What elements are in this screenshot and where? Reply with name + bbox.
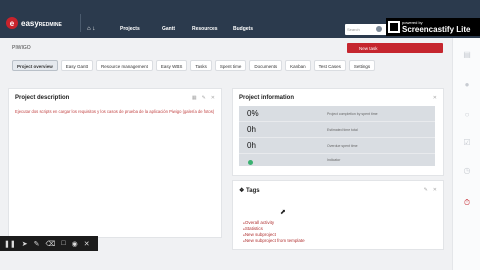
new-task-button[interactable]: New task xyxy=(347,43,443,53)
nav-projects[interactable]: Projects xyxy=(120,26,140,32)
screencastify-icon xyxy=(388,21,400,33)
info-row: 0% Project completion by spent time xyxy=(239,106,435,122)
brand-name: easy xyxy=(21,18,39,28)
nav-gantt[interactable]: Gantt xyxy=(162,26,175,32)
close-icon[interactable]: ✕ xyxy=(433,187,437,193)
person-icon[interactable]: ● xyxy=(462,80,472,90)
lightbulb-icon[interactable]: ○ xyxy=(462,110,472,120)
app-logo[interactable]: e easyREDMINE xyxy=(6,17,62,29)
nav-budgets[interactable]: Budgets xyxy=(233,26,253,32)
clock-icon[interactable]: ◷ xyxy=(462,166,472,176)
checklist-icon[interactable]: ☑ xyxy=(462,138,472,148)
tab-documents[interactable]: Documents xyxy=(249,60,283,71)
eraser-icon[interactable]: ⌫ xyxy=(45,240,55,248)
right-sidebar: ▤ ● ○ ☑ ◷ ⏱ xyxy=(452,38,480,270)
tab-tasks[interactable]: Tasks xyxy=(190,60,212,71)
user-icon[interactable] xyxy=(376,26,382,32)
screencastify-watermark: powered by Screencastify Lite xyxy=(386,18,480,36)
nav-divider xyxy=(80,14,81,32)
project-tabs: Project overview Easy Gantt Resource man… xyxy=(12,60,376,71)
link-new-subproject-template[interactable]: New subproject from template xyxy=(243,238,305,244)
panel-title: ❖ Tags xyxy=(239,188,260,194)
grid-icon[interactable]: ▦ xyxy=(192,95,197,101)
tab-settings[interactable]: Settings xyxy=(348,60,376,71)
pointer-icon[interactable]: ➤ xyxy=(22,240,28,248)
screencast-toolbar: ❚❚ ➤ ✎ ⌫ □ ◉ ✕ xyxy=(0,236,98,251)
home-dropdown[interactable]: ⌂ ↓ xyxy=(87,26,95,32)
tab-easy-wbs[interactable]: Easy WBS xyxy=(155,60,188,71)
pen-icon[interactable]: ✎ xyxy=(34,240,40,248)
brand-suffix: REDMINE xyxy=(38,21,62,28)
panel-title: Project information xyxy=(239,95,295,101)
edit-icon[interactable]: ✎ xyxy=(202,95,206,101)
camera-icon[interactable]: ◉ xyxy=(72,240,78,248)
tags-panel: ❖ Tags ✎ ✕ Overall activity Statistics N… xyxy=(232,180,444,250)
mouse-cursor-icon: ⬈ xyxy=(280,209,286,216)
close-icon[interactable]: ✕ xyxy=(433,95,437,101)
info-row: 0h Estimated time total xyxy=(239,122,435,138)
edit-icon[interactable]: ✎ xyxy=(424,187,428,193)
status-indicator-icon xyxy=(248,160,253,165)
top-navigation-bar: e easyREDMINE ⌂ ↓ Projects Gantt Resourc… xyxy=(0,0,480,38)
tab-easy-gantt[interactable]: Easy Gantt xyxy=(60,60,94,71)
breadcrumb[interactable]: PIWIGO xyxy=(12,45,31,51)
tab-kanban[interactable]: Kanban xyxy=(285,60,311,71)
tab-test-cases[interactable]: Test Cases xyxy=(313,60,346,71)
tab-spent-time[interactable]: Spent time xyxy=(214,60,247,71)
document-icon[interactable]: ▤ xyxy=(462,50,472,60)
info-row: 0h Overdue spent time xyxy=(239,138,435,154)
project-description-panel: Project description ▦ ✎ ✕ Ejecutar dos s… xyxy=(8,88,222,238)
tab-project-overview[interactable]: Project overview xyxy=(12,60,58,71)
pause-icon[interactable]: ❚❚ xyxy=(4,240,16,248)
tab-resource-management[interactable]: Resource management xyxy=(96,60,153,71)
info-grid: 0% Project completion by spent time 0h E… xyxy=(239,106,435,166)
info-row: Indicator xyxy=(239,154,435,166)
panel-title: Project description xyxy=(15,95,70,101)
project-information-panel: Project information ✕ 0% Project complet… xyxy=(232,88,444,176)
nav-resources[interactable]: Resources xyxy=(192,26,218,32)
rectangle-icon[interactable]: □ xyxy=(61,240,65,247)
logo-mark: e xyxy=(6,17,18,29)
close-icon[interactable]: ✕ xyxy=(211,95,215,101)
project-links: Overall activity Statistics New subproje… xyxy=(243,220,305,244)
project-description-text: Ejecutar dos scripts en cargar los requi… xyxy=(15,109,215,114)
close-icon[interactable]: ✕ xyxy=(84,240,90,248)
timer-icon[interactable]: ⏱ xyxy=(462,198,472,208)
